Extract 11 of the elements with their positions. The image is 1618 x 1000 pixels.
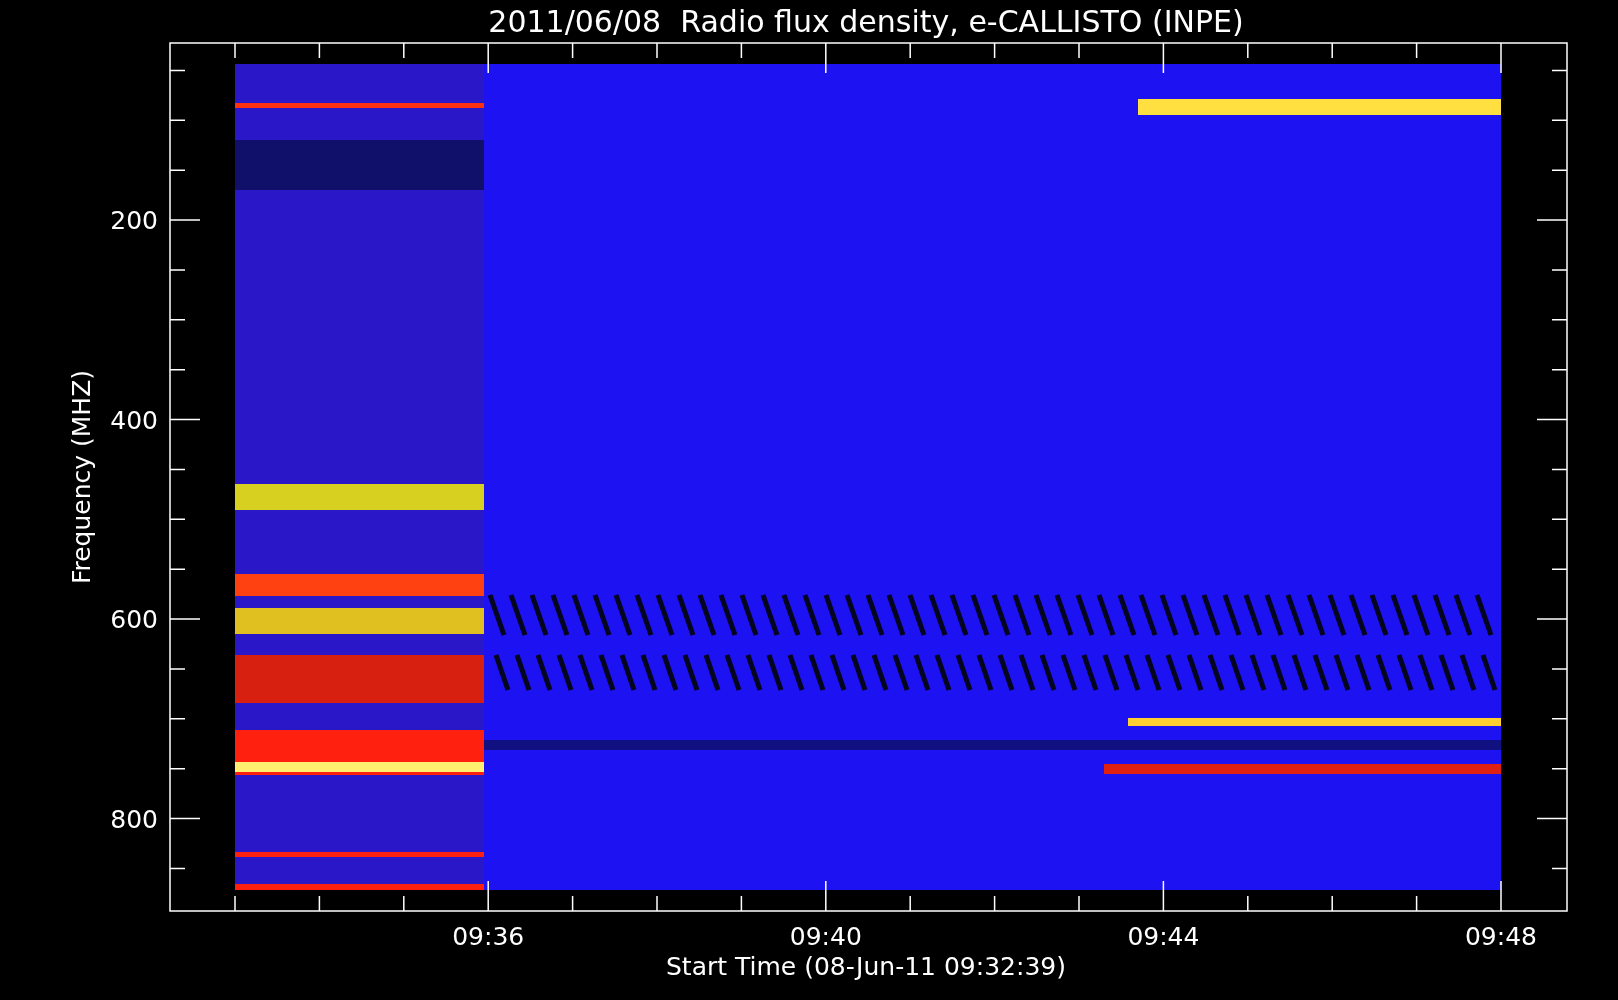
tick-label: 09:44 [1127, 922, 1200, 951]
chart-title: 2011/06/08 Radio flux density, e-CALLISTO (INPE) [488, 4, 1244, 39]
tick-label: 600 [110, 605, 158, 634]
tick-label: 09:36 [452, 922, 525, 951]
tick-label: 09:40 [789, 922, 862, 951]
axis-label: Frequency (MHZ) [67, 369, 96, 585]
tick-label: 400 [110, 405, 158, 435]
tick-label: 09:48 [1465, 922, 1537, 951]
axis-label: Start Time (08-Jun-11 09:32:39) [666, 952, 1066, 981]
tick-label: 800 [110, 804, 158, 834]
tick-label: 200 [110, 206, 158, 235]
